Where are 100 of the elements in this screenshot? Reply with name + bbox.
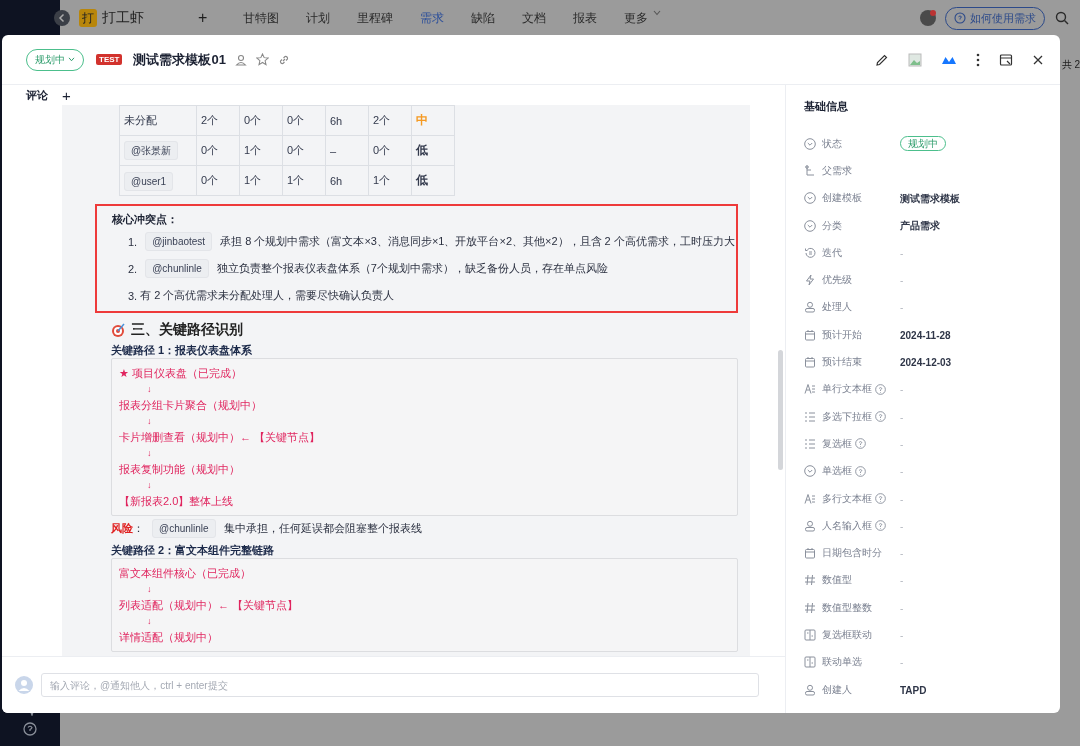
app-logo: 打 <box>79 9 97 27</box>
table-cell: 0个 <box>368 135 412 166</box>
window-icon[interactable] <box>999 52 1013 67</box>
mention-chip[interactable]: @user1 <box>124 171 174 191</box>
add-button[interactable]: + <box>198 9 208 27</box>
more-icon[interactable] <box>976 52 980 67</box>
table-cell: 6h <box>325 105 369 136</box>
cycle-icon <box>804 246 816 259</box>
nav-tab[interactable]: 文档 <box>522 9 547 27</box>
path-step: 报表分组卡片聚合（规划中） <box>119 397 730 413</box>
chevron-circle-icon <box>804 465 816 478</box>
field-label: 单选框 <box>822 464 852 479</box>
person-icon[interactable] <box>234 53 247 66</box>
field-label: 处理人 <box>822 300 852 315</box>
help-icon <box>954 12 966 24</box>
table-cell: 1个 <box>239 135 283 166</box>
calendar-icon <box>804 356 816 368</box>
table-cell: 1个 <box>282 165 326 196</box>
path-step: 报表复制功能（规划中） <box>119 461 730 477</box>
table-cell: 6h <box>325 165 369 196</box>
field-value[interactable]: 测试需求模板 <box>900 192 960 204</box>
list-number: 3. <box>128 289 138 302</box>
mention-chip[interactable]: @chunlinle <box>145 259 209 278</box>
field-label: 预计开始 <box>822 327 862 342</box>
conflict-title: 核心冲突点： <box>112 212 179 227</box>
story-title: 测试需求模板01 <box>133 50 226 69</box>
field-value[interactable]: 产品需求 <box>900 220 940 232</box>
caret-icon[interactable] <box>653 9 662 16</box>
link-icon[interactable] <box>277 53 290 66</box>
panel-icon <box>804 629 816 641</box>
field-value[interactable]: 2024-11-28 <box>900 329 951 341</box>
field-label: 分类 <box>822 218 842 233</box>
table-cell: – <box>325 135 369 166</box>
status-dropdown[interactable]: 规划中 <box>26 48 84 71</box>
load-level: 低 <box>416 143 428 157</box>
avatar-icon <box>15 676 33 694</box>
comment-tab[interactable]: 评论 <box>26 87 48 103</box>
help-icon[interactable] <box>23 722 37 736</box>
calendar-icon <box>804 547 816 560</box>
separator-text: ： <box>133 520 144 536</box>
logo-icon[interactable] <box>941 54 957 65</box>
nav-tab[interactable]: 甘特图 <box>243 9 280 27</box>
text-icon <box>804 383 816 396</box>
panel-icon <box>804 656 816 669</box>
pencil-icon[interactable] <box>875 52 889 67</box>
nav-tab[interactable]: 缺陷 <box>471 9 496 27</box>
field-label: 优先级 <box>822 273 852 288</box>
tree-icon <box>804 164 816 177</box>
comment-input-field[interactable]: 输入评论，@通知他人，ctrl + enter提交 <box>41 673 759 697</box>
calendar-icon <box>804 328 816 341</box>
arrow-line: ↓ <box>146 479 153 492</box>
field-label: 父需求 <box>822 163 852 178</box>
arrow-line: ↓ <box>146 383 153 396</box>
info-title: 基础信息 <box>804 99 849 114</box>
path-step: 卡片增删查看（规划中）← 【关键节点】 <box>119 429 730 445</box>
arrow-line: ↓ <box>146 615 153 628</box>
table-cell: 0个 <box>196 135 240 166</box>
nav-tab[interactable]: 计划 <box>306 9 331 27</box>
field-label: 人名输入框 <box>822 518 872 533</box>
arrow-line: ↓ <box>146 447 153 460</box>
lightning-icon <box>804 274 816 287</box>
field-value[interactable]: 2024-12-03 <box>900 357 952 368</box>
list-number: 2. <box>128 262 138 275</box>
mention-chip[interactable]: @chunlinle <box>152 518 216 538</box>
nav-tab[interactable]: 需求 <box>420 9 445 27</box>
field-label: 单行文本框 <box>822 382 872 397</box>
field-label: 复选框联动 <box>822 628 872 642</box>
field-label: 数值型 <box>822 573 852 588</box>
mention-chip[interactable]: @张景新 <box>124 140 179 160</box>
conflict-text: 独立负责整个报表仪表盘体系（7个规划中需求），缺乏备份人员，存在单点风险 <box>216 261 608 276</box>
close-icon[interactable] <box>1032 53 1044 66</box>
table-cell: 0个 <box>282 135 326 166</box>
field-value[interactable]: TAPD <box>900 684 927 696</box>
nav-tab[interactable]: 更多 <box>624 9 649 27</box>
table-cell: 1个 <box>239 165 283 196</box>
star-icon[interactable] <box>255 53 269 66</box>
project-name[interactable]: 打工虾 <box>102 9 144 27</box>
list-number: 1. <box>128 235 138 248</box>
search-icon[interactable] <box>1055 11 1069 25</box>
chevron-circle-icon <box>804 192 816 205</box>
nav-tab[interactable]: 报表 <box>573 9 598 27</box>
image-icon[interactable] <box>908 52 922 67</box>
field-label: 复选框 <box>822 436 852 451</box>
table-cell: 未分配 <box>119 105 197 136</box>
add-comment-button[interactable]: + <box>62 87 71 103</box>
scrollbar-thumb[interactable] <box>778 350 783 470</box>
chevron-circle-icon <box>804 137 816 150</box>
count-text: 共 2 <box>1061 58 1080 72</box>
avatar-icon[interactable] <box>919 9 937 27</box>
field-label: 创建人 <box>822 682 852 697</box>
load-level: 低 <box>416 173 428 187</box>
target-icon <box>111 322 127 338</box>
caret-icon <box>68 57 75 62</box>
back-icon[interactable] <box>54 10 70 26</box>
path-step: ★ 项目仪表盘（已完成） <box>119 365 730 381</box>
nav-tab[interactable]: 里程碑 <box>357 9 394 27</box>
mention-chip[interactable]: @jinbaotest <box>145 232 213 251</box>
section-heading: 三、关键路径识别 <box>131 321 243 339</box>
field-label: 数值型整数 <box>822 600 872 615</box>
field-label: 多行文本框 <box>822 491 872 506</box>
